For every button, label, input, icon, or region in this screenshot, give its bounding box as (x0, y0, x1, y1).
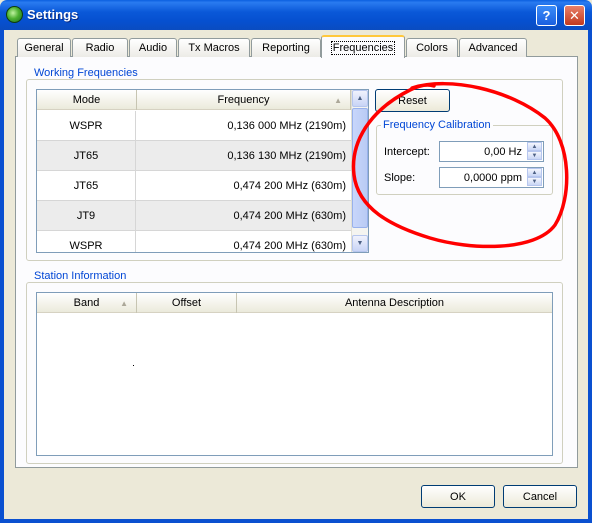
mode-cell: WSPR (37, 231, 136, 252)
station-table[interactable]: Band ▲ Offset Antenna Description (36, 292, 553, 456)
mode-cell: JT9 (37, 201, 136, 231)
frequency-cell: 0,136 000 MHz (2190m) (227, 120, 346, 132)
frequency-cell: 0,474 200 MHz (630m) (233, 240, 347, 252)
frequency-cell: 0,474 200 MHz (630m) (233, 210, 347, 222)
frequency-cell: 0,136 130 MHz (2190m) (227, 150, 346, 162)
working-frequencies-title: Working Frequencies (32, 67, 140, 79)
tab-general[interactable]: General (17, 38, 71, 57)
slope-up-icon[interactable]: ▲ (527, 168, 542, 177)
intercept-label: Intercept: (384, 146, 430, 158)
tab-tx-macros[interactable]: Tx Macros (178, 38, 250, 57)
mode-cell: JT65 (37, 141, 136, 171)
column-mode[interactable]: Mode (37, 90, 137, 110)
slope-value[interactable]: 0,0000 ppm (440, 168, 525, 187)
ok-button[interactable]: OK (421, 485, 495, 508)
intercept-value[interactable]: 0,00 Hz (440, 142, 525, 161)
intercept-down-icon[interactable]: ▼ (527, 151, 542, 160)
column-antenna-description[interactable]: Antenna Description (237, 293, 552, 313)
sort-asc-icon: ▲ (334, 96, 342, 105)
table-row[interactable]: JT65 0,136 130 MHz (2190m) (37, 141, 351, 171)
scroll-up-arrow-icon[interactable]: ▲ (352, 90, 368, 107)
tab-colors[interactable]: Colors (406, 38, 458, 57)
window-title: Settings (27, 7, 79, 22)
slope-label: Slope: (384, 172, 416, 184)
table-row[interactable]: JT9 0,474 200 MHz (630m) (37, 201, 351, 231)
tab-frequencies[interactable]: Frequencies (321, 35, 405, 58)
slope-spinbox[interactable]: 0,0000 ppm ▲ ▼ (439, 167, 544, 188)
tab-reporting[interactable]: Reporting (251, 38, 321, 57)
frequency-cell: 0,474 200 MHz (630m) (233, 180, 347, 192)
station-table-header: Band ▲ Offset Antenna Description (37, 293, 552, 313)
column-frequency-label: Frequency (217, 94, 270, 106)
stray-pixel (133, 365, 134, 366)
frequencies-table[interactable]: Mode Frequency ▲ WSPR 0,136 000 MHz (219… (36, 89, 369, 253)
frequencies-table-header: Mode Frequency ▲ (37, 90, 368, 110)
tab-radio[interactable]: Radio (72, 38, 128, 57)
close-button[interactable]: ✕ (564, 5, 585, 26)
table-row[interactable]: WSPR 0,474 200 MHz (630m) (37, 231, 351, 252)
table-row[interactable]: WSPR 0,136 000 MHz (2190m) (37, 111, 351, 141)
tab-advanced[interactable]: Advanced (459, 38, 527, 57)
tab-audio[interactable]: Audio (129, 38, 177, 57)
scroll-thumb[interactable] (352, 108, 368, 228)
column-band-label: Band (73, 297, 100, 309)
frequencies-scrollbar[interactable]: ▲ ▼ (351, 90, 368, 252)
slope-down-icon[interactable]: ▼ (527, 177, 542, 186)
column-band[interactable]: Band ▲ (37, 293, 137, 313)
frequency-calibration-title: Frequency Calibration (381, 119, 493, 131)
mode-cell: JT65 (37, 171, 136, 201)
app-icon (6, 6, 23, 23)
column-frequency[interactable]: Frequency ▲ (137, 90, 351, 110)
column-offset[interactable]: Offset (137, 293, 237, 313)
sort-asc-icon: ▲ (120, 299, 128, 308)
help-button[interactable]: ? (536, 5, 557, 26)
intercept-up-icon[interactable]: ▲ (527, 142, 542, 151)
mode-cell: WSPR (37, 111, 136, 141)
station-information-title: Station Information (32, 270, 129, 282)
title-bar[interactable]: Settings ? ✕ (0, 0, 592, 30)
reset-button[interactable]: Reset (375, 89, 450, 112)
cancel-button[interactable]: Cancel (503, 485, 577, 508)
scroll-down-arrow-icon[interactable]: ▼ (352, 235, 368, 252)
intercept-spinbox[interactable]: 0,00 Hz ▲ ▼ (439, 141, 544, 162)
table-row[interactable]: JT65 0,474 200 MHz (630m) (37, 171, 351, 201)
